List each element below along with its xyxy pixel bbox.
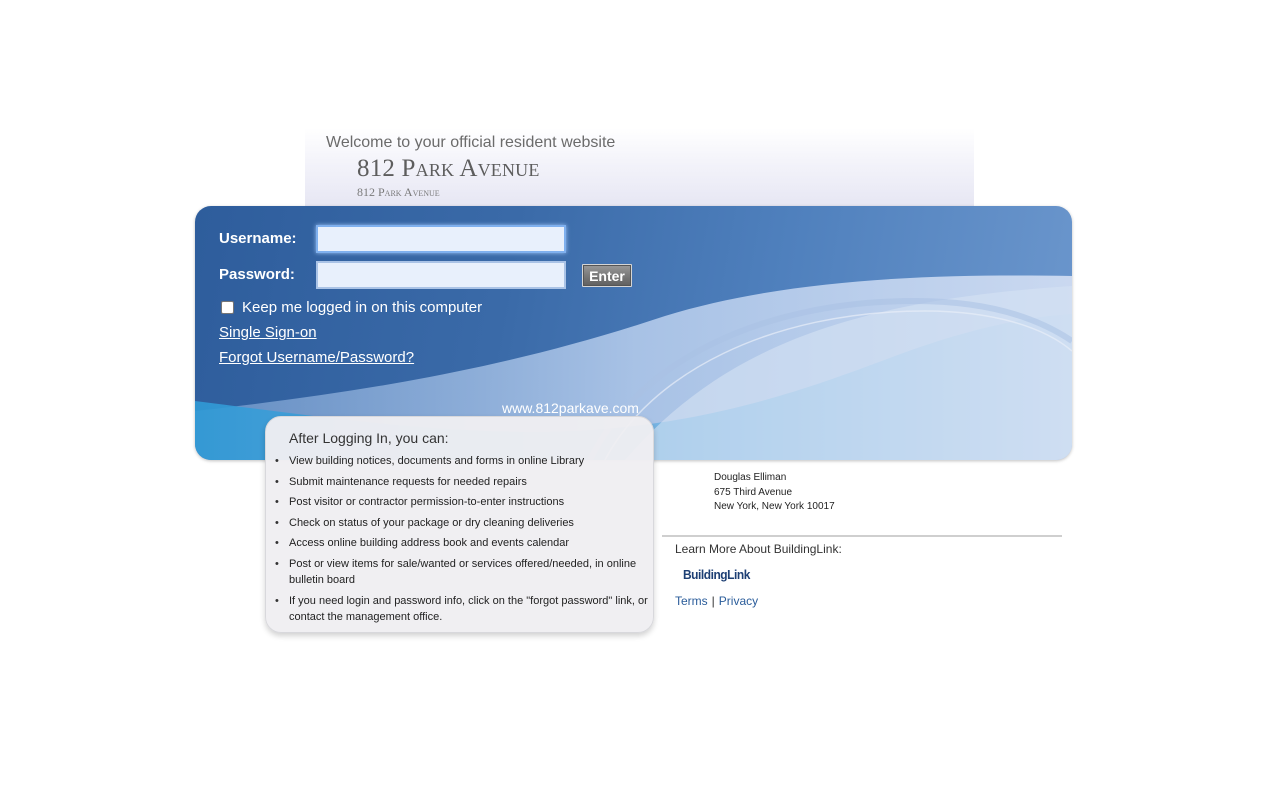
buildinglink-logo[interactable]: BuildingLink [683,567,750,582]
privacy-link[interactable]: Privacy [719,594,758,608]
footer-links: Terms | Privacy [675,594,758,608]
list-item: Post visitor or contractor permission-to… [275,494,651,510]
list-item: Post or view items for sale/wanted or se… [275,556,651,588]
single-sign-on-link[interactable]: Single Sign-on [219,324,317,341]
footer-link-separator: | [711,594,715,608]
after-login-info-box: After Logging In, you can: View building… [265,416,654,633]
building-subname: 812 Park Avenue [357,185,440,199]
learn-more-text: Learn More About BuildingLink: [675,542,842,556]
enter-button[interactable]: Enter [582,264,632,287]
site-header-banner: Welcome to your official resident websit… [305,128,974,208]
keep-logged-in-checkbox[interactable] [221,301,234,314]
site-url: www.812parkave.com [502,400,639,416]
after-login-list: View building notices, documents and for… [275,453,651,629]
management-address-line1: 675 Third Avenue [714,486,793,498]
after-login-title: After Logging In, you can: [289,430,449,446]
management-address-line2: New York, New York 10017 [714,501,835,512]
list-item: Access online building address book and … [275,535,651,551]
terms-link[interactable]: Terms [675,594,708,608]
username-label: Username: [219,230,297,247]
management-address: Douglas Elliman 675 Third Avenue New Yor… [714,471,835,515]
list-item: View building notices, documents and for… [275,453,651,469]
password-input[interactable] [316,261,566,289]
footer-divider [662,535,1062,537]
keep-logged-in-row[interactable]: Keep me logged in on this computer [219,299,482,316]
list-item: Submit maintenance requests for needed r… [275,474,651,490]
building-name: 812 Park Avenue [357,155,540,182]
password-label: Password: [219,266,295,283]
management-company: Douglas Elliman [714,472,787,483]
keep-logged-in-label: Keep me logged in on this computer [242,299,483,316]
list-item: If you need login and password info, cli… [275,593,651,625]
list-item: Check on status of your package or dry c… [275,515,651,531]
username-input[interactable] [316,225,566,253]
forgot-credentials-link[interactable]: Forgot Username/Password? [219,349,414,366]
welcome-text: Welcome to your official resident websit… [326,134,616,151]
